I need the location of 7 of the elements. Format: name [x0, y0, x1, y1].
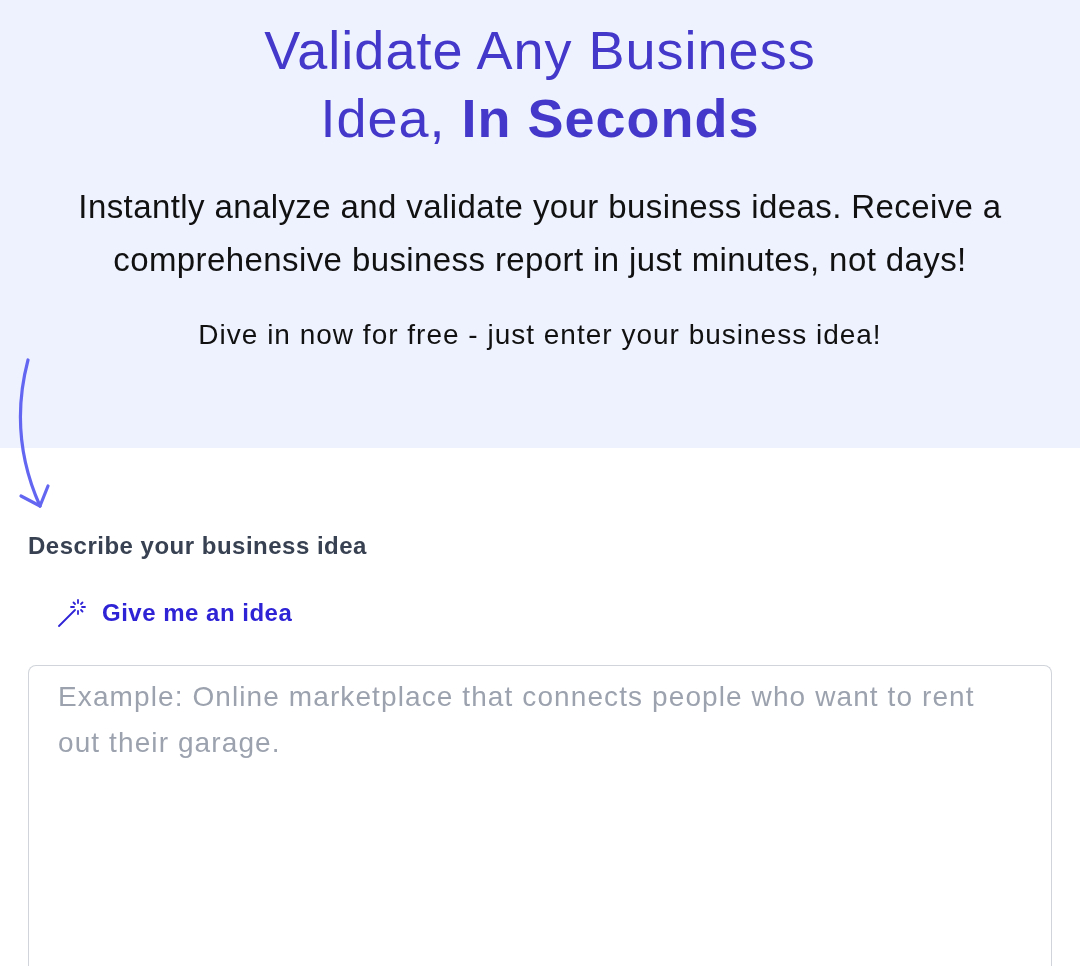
give-idea-link[interactable]: Give me an idea: [58, 598, 293, 628]
hero-subtitle: Instantly analyze and validate your business ideas. Receive a comprehensive business report in just minutes, not days!: [77, 187, 1003, 280]
magic-wand-icon: [58, 599, 86, 627]
idea-input-field[interactable]: Example: Online marketplace that connects people who want to rent out their garage.: [28, 665, 1052, 966]
hero-call-to-action: Dive in now for free - just enter your business idea!: [197, 318, 883, 352]
hero-heading: Validate Any Business Idea, In Seconds: [263, 19, 817, 150]
field-label: Describe your business idea: [28, 531, 367, 561]
